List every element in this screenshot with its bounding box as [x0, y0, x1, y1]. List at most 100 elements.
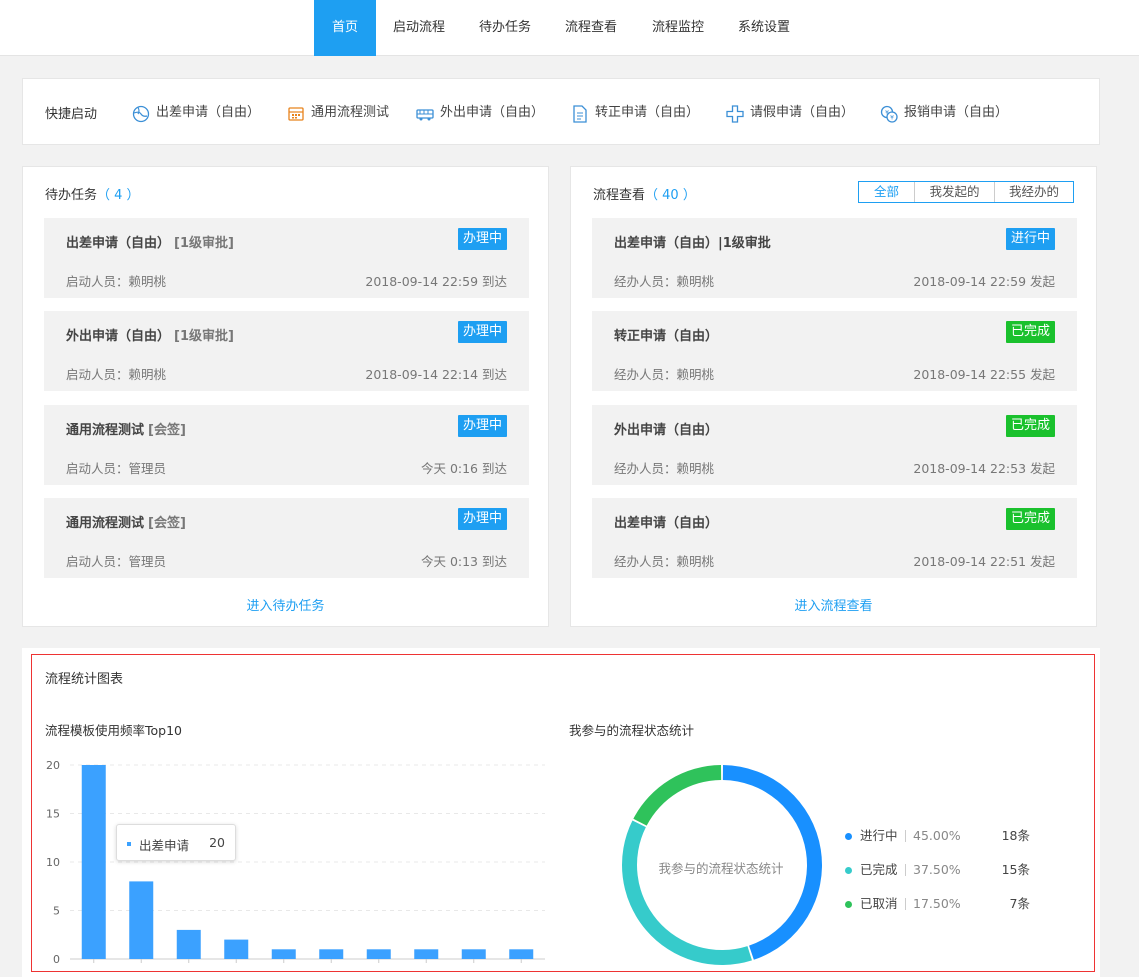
bar[interactable] [414, 949, 439, 959]
todo-card-title: 外出申请（自由） [1级审批] [66, 325, 234, 344]
legend-count: 18条 [1001, 828, 1030, 843]
flow-card[interactable]: 出差申请（自由） 已完成 经办人员：赖明桃 2018-09-14 22:51 发… [592, 498, 1077, 578]
flow-title: 流程查看（ 40 ） [593, 184, 696, 203]
nav-view-process[interactable]: 流程查看 [558, 0, 624, 56]
flow-card-title: 转正申请（自由） [614, 329, 719, 344]
legend-dot [845, 901, 852, 908]
task-person: 启动人员：赖明桃 [66, 274, 167, 289]
todo-title: 待办任务（ 4 ） [45, 184, 140, 203]
y-tick-label: 15 [46, 808, 60, 821]
flow-time: 2018-09-14 22:59 发起 [913, 274, 1055, 289]
bar[interactable] [224, 939, 249, 959]
quick-item-label: 转正申请（自由） [595, 105, 700, 120]
task-person: 启动人员：管理员 [66, 554, 167, 569]
nav-settings[interactable]: 系统设置 [731, 0, 797, 56]
flow-card[interactable]: 转正申请（自由） 已完成 经办人员：赖明桃 2018-09-14 22:55 发… [592, 311, 1077, 391]
todo-count: （ 4 ） [97, 188, 140, 203]
quick-item-label[interactable]: 请假申请（自由） [750, 102, 854, 124]
bar[interactable] [366, 949, 391, 959]
quick-leave[interactable]: 请假申请（自由） [725, 102, 855, 124]
bar[interactable] [509, 949, 534, 959]
task-person: 启动人员：赖明桃 [66, 367, 167, 382]
quick-outing[interactable]: 外出申请（自由） [415, 102, 545, 124]
todo-panel: 待办任务（ 4 ） 出差申请（自由） [1级审批] 办理中 启动人员：赖明桃 20… [22, 166, 549, 627]
task-step: [1级审批] [174, 236, 234, 251]
bar[interactable] [81, 765, 106, 959]
quick-general-test[interactable]: 通用流程测试 [286, 102, 396, 124]
flow-time: 2018-09-14 22:51 发起 [913, 554, 1055, 569]
quick-start-title: 快捷启动 [45, 107, 98, 122]
todo-card[interactable]: 外出申请（自由） [1级审批] 办理中 启动人员：赖明桃 2018-09-14 2… [44, 311, 529, 391]
svg-text:¥: ¥ [885, 110, 889, 117]
donut-center-label: 我参与的流程状态统计 [658, 861, 784, 876]
task-time: 今天 0:16 到达 [420, 461, 507, 476]
todo-card-title: 出差申请（自由） [1级审批] [66, 232, 234, 251]
status-badge: 办理中 [457, 321, 507, 343]
legend-count: 15条 [1001, 862, 1030, 877]
tooltip-value: 20 [209, 835, 225, 850]
legend-divider [905, 830, 906, 842]
task-step: [1级审批] [174, 329, 234, 344]
calendar-icon [288, 107, 304, 121]
legend-percent: 37.50% [913, 862, 961, 877]
donut-slice[interactable] [622, 820, 752, 965]
tab-all[interactable]: 全部 [859, 182, 914, 202]
bar[interactable] [271, 949, 296, 959]
quick-reimburse[interactable]: ¥ ¥ 报销申请（自由） [879, 102, 1009, 124]
quick-item-label: 通用流程测试 [311, 105, 390, 120]
flow-count: （ 40 ） [645, 188, 696, 203]
quick-travel[interactable]: 出差申请（自由） [131, 102, 261, 124]
flow-card[interactable]: 外出申请（自由） 已完成 经办人员：赖明桃 2018-09-14 22:53 发… [592, 405, 1077, 485]
legend-count: 7条 [1009, 896, 1030, 911]
legend-percent: 17.50% [913, 896, 961, 911]
todo-card[interactable]: 出差申请（自由） [1级审批] 办理中 启动人员：赖明桃 2018-09-14 2… [44, 218, 529, 298]
enter-flow-link[interactable]: 进入流程查看 [571, 595, 1096, 614]
flow-panel: 流程查看（ 40 ） 全部 我发起的 我经办的 出差申请（自由）|1级审批 进行… [570, 166, 1097, 627]
flow-card-title: 出差申请（自由） [614, 516, 719, 531]
status-badge: 已完成 [1005, 508, 1055, 530]
y-tick-label: 0 [53, 953, 60, 966]
bar[interactable] [176, 929, 201, 959]
nav-home[interactable]: 首页 [314, 0, 376, 56]
flow-card[interactable]: 出差申请（自由）|1级审批 进行中 经办人员：赖明桃 2018-09-14 22… [592, 218, 1077, 298]
quick-regular[interactable]: 转正申请（自由） [570, 102, 700, 124]
tab-initiated[interactable]: 我发起的 [914, 182, 994, 202]
task-time: 2018-09-14 22:59 到达 [365, 274, 507, 289]
status-badge: 已完成 [1005, 415, 1055, 437]
task-person: 启动人员：管理员 [66, 461, 167, 476]
legend-divider [905, 898, 906, 910]
legend-dot [845, 867, 852, 874]
task-time: 2018-09-14 22:14 到达 [365, 367, 507, 382]
task-name: 外出申请（自由） [66, 329, 171, 344]
legend-name: 已完成 [860, 862, 898, 877]
flow-card-title: 出差申请（自由）|1级审批 [614, 236, 771, 251]
legend-name: 已取消 [860, 896, 898, 911]
task-name: 出差申请（自由） [66, 236, 171, 251]
bar[interactable] [461, 949, 486, 959]
tab-handled[interactable]: 我经办的 [994, 182, 1073, 202]
donut-slice[interactable] [633, 765, 722, 826]
legend-percent: 45.00% [913, 828, 961, 843]
todo-card[interactable]: 通用流程测试 [会签] 办理中 启动人员：管理员 今天 0:16 到达 [44, 405, 529, 485]
task-time: 今天 0:13 到达 [420, 554, 507, 569]
status-badge: 已完成 [1005, 321, 1055, 343]
nav-start-process[interactable]: 启动流程 [386, 0, 452, 56]
enter-todo-link[interactable]: 进入待办任务 [23, 595, 548, 614]
quick-item-label: 出差申请（自由） [156, 105, 261, 120]
flow-time: 2018-09-14 22:55 发起 [913, 367, 1055, 382]
pie-chart-title: 我参与的流程状态统计 [569, 723, 695, 738]
status-badge: 办理中 [457, 228, 507, 250]
bar[interactable] [319, 949, 344, 959]
todo-card[interactable]: 通用流程测试 [会签] 办理中 启动人员：管理员 今天 0:13 到达 [44, 498, 529, 578]
bar-tooltip: 出差申请 20 [116, 824, 236, 861]
y-tick-label: 10 [46, 856, 60, 869]
flow-title-text: 流程查看 [593, 188, 646, 203]
nav-monitor[interactable]: 流程监控 [645, 0, 711, 56]
todo-card-title: 通用流程测试 [会签] [66, 419, 186, 438]
flow-person: 经办人员：赖明桃 [614, 554, 715, 569]
bar[interactable] [129, 881, 154, 959]
nav-todo[interactable]: 待办任务 [472, 0, 538, 56]
task-step: [会签] [148, 423, 186, 438]
bus-icon [416, 109, 434, 121]
svg-text:¥: ¥ [890, 115, 894, 122]
